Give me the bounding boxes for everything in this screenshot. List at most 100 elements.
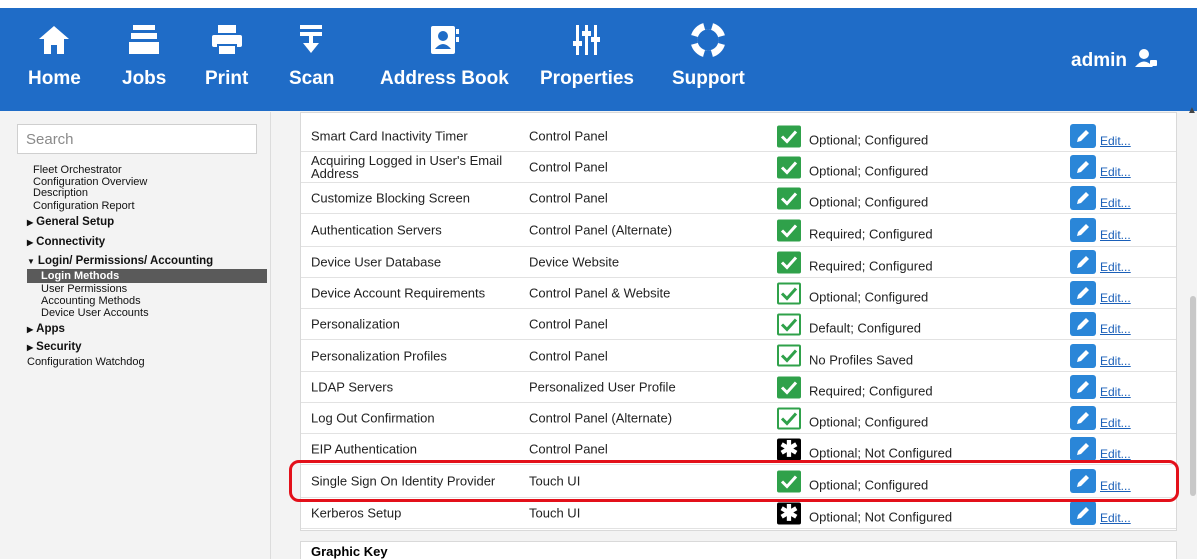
pencil-icon[interactable] xyxy=(1070,375,1096,399)
status-text: Optional; Not Configured xyxy=(809,445,953,461)
expand-icon: ▶ xyxy=(27,218,34,227)
sidebar-section-label: Connectivity xyxy=(36,236,106,248)
sidebar-section-login-permissions[interactable]: ▼ Login/ Permissions/ Accounting xyxy=(27,253,265,269)
collapse-icon: ▼ xyxy=(27,257,35,266)
pencil-icon[interactable] xyxy=(1070,343,1096,368)
status-text: Optional; Configured xyxy=(809,194,929,210)
sidebar-item-login-methods[interactable]: Login Methods xyxy=(27,269,267,283)
edit-link[interactable]: Edit... xyxy=(1100,291,1131,305)
edit-action[interactable]: Edit... xyxy=(1070,406,1131,430)
sidebar-item-configuration-watchdog[interactable]: Configuration Watchdog xyxy=(27,356,265,369)
edit-link[interactable]: Edit... xyxy=(1100,447,1131,461)
user-menu[interactable]: admin xyxy=(1071,48,1157,74)
sidebar-section-general-setup[interactable]: ▶ General Setup xyxy=(27,213,265,233)
setting-name: Personalization xyxy=(311,316,400,332)
user-icon xyxy=(1135,48,1157,74)
pencil-icon[interactable] xyxy=(1070,406,1096,430)
sidebar-section-label: Security xyxy=(36,341,82,353)
setting-name: Acquiring Logged in User's Email Address xyxy=(311,153,503,181)
pencil-icon[interactable] xyxy=(1070,312,1096,336)
status-text: Default; Configured xyxy=(809,320,922,336)
setting-status: Optional; Configured xyxy=(777,282,928,305)
nav-home[interactable]: Home xyxy=(28,18,81,108)
edit-action[interactable]: Edit... xyxy=(1070,375,1131,399)
nav-print[interactable]: Print xyxy=(205,18,248,108)
nav-jobs-label: Jobs xyxy=(122,68,167,89)
sidebar-section-apps[interactable]: ▶ Apps xyxy=(27,320,265,339)
highlight-box xyxy=(289,460,1179,502)
edit-link[interactable]: Edit... xyxy=(1100,134,1131,148)
setting-location: Control Panel xyxy=(529,441,608,457)
sidebar-item-device-user-accounts[interactable]: Device User Accounts xyxy=(33,307,265,320)
setting-name: Personalization Profiles xyxy=(311,348,447,363)
expand-icon: ▶ xyxy=(27,325,34,334)
jobs-icon xyxy=(124,18,164,62)
edit-link[interactable]: Edit... xyxy=(1100,228,1131,242)
nav-scan[interactable]: Scan xyxy=(289,18,334,108)
pencil-icon[interactable] xyxy=(1070,501,1096,525)
edit-action[interactable]: Edit... xyxy=(1070,186,1131,210)
edit-action[interactable]: Edit... xyxy=(1070,343,1131,368)
edit-link[interactable]: Edit... xyxy=(1100,165,1131,179)
sidebar-item-accounting-methods[interactable]: Accounting Methods xyxy=(33,296,265,307)
pencil-icon[interactable] xyxy=(1070,124,1096,148)
status-text: Optional; Configured xyxy=(809,414,929,430)
table-row: Kerberos Setup Touch UI ✱ Optional; Not Con… xyxy=(301,498,1176,529)
pencil-icon[interactable] xyxy=(1070,218,1096,242)
scroll-up-arrow-icon[interactable]: ▲ xyxy=(1187,105,1197,116)
edit-action[interactable]: Edit... xyxy=(1070,250,1131,274)
status-text: Optional; Configured xyxy=(809,289,929,305)
setting-status: Optional; Configured xyxy=(777,407,928,430)
sidebar-item-description[interactable]: Description xyxy=(33,188,265,199)
edit-link[interactable]: Edit... xyxy=(1100,260,1131,274)
sidebar-section-security[interactable]: ▶ Security xyxy=(27,339,265,356)
nav-home-label: Home xyxy=(28,68,81,89)
edit-link[interactable]: Edit... xyxy=(1100,322,1131,336)
sidebar-item-configuration-report[interactable]: Configuration Report xyxy=(33,199,265,213)
setting-location: Control Panel (Alternate) xyxy=(529,410,673,426)
edit-action[interactable]: Edit... xyxy=(1070,437,1131,461)
check-filled-icon xyxy=(777,125,801,147)
edit-action[interactable]: Edit... xyxy=(1070,312,1131,336)
status-text: Optional; Configured xyxy=(809,132,929,148)
search-input[interactable]: Search xyxy=(17,124,257,154)
edit-link[interactable]: Edit... xyxy=(1100,416,1131,430)
setting-name: Kerberos Setup xyxy=(311,505,402,521)
edit-action[interactable]: Edit... xyxy=(1070,501,1131,525)
check-filled-icon xyxy=(777,187,801,209)
pencil-icon[interactable] xyxy=(1070,250,1096,274)
edit-action[interactable]: Edit... xyxy=(1070,281,1131,305)
check-filled-icon xyxy=(777,219,801,241)
pencil-icon[interactable] xyxy=(1070,186,1096,210)
sidebar-section-connectivity[interactable]: ▶ Connectivity xyxy=(27,233,265,253)
setting-location: Control Panel xyxy=(529,348,608,363)
edit-action[interactable]: Edit... xyxy=(1070,124,1131,148)
edit-link[interactable]: Edit... xyxy=(1100,196,1131,210)
nav-scan-label: Scan xyxy=(289,68,335,89)
nav-properties[interactable]: Properties xyxy=(540,18,634,108)
nav-support[interactable]: Support xyxy=(672,18,745,108)
edit-link[interactable]: Edit... xyxy=(1100,385,1131,399)
edit-action[interactable]: Edit... xyxy=(1070,155,1131,179)
status-text: Optional; Not Configured xyxy=(809,509,953,525)
setting-location: Control Panel & Website xyxy=(529,285,671,301)
print-icon xyxy=(207,18,247,62)
edit-link[interactable]: Edit... xyxy=(1100,511,1131,525)
edit-action[interactable]: Edit... xyxy=(1070,218,1131,242)
pencil-icon[interactable] xyxy=(1070,437,1096,461)
graphic-key-header: Graphic Key xyxy=(300,541,1177,559)
nav-jobs[interactable]: Jobs xyxy=(122,18,166,108)
setting-location: Control Panel xyxy=(529,190,608,206)
edit-link[interactable]: Edit... xyxy=(1100,354,1131,368)
properties-icon xyxy=(567,18,607,62)
address-book-icon xyxy=(424,18,464,62)
pencil-icon[interactable] xyxy=(1070,155,1096,179)
pencil-icon[interactable] xyxy=(1070,281,1096,305)
setting-name: Smart Card Inactivity Timer xyxy=(311,128,468,144)
nav-support-label: Support xyxy=(672,68,745,89)
setting-status: No Profiles Saved xyxy=(777,344,913,367)
scrollbar-thumb[interactable] xyxy=(1190,296,1196,496)
setting-status: Required; Configured xyxy=(777,219,933,242)
nav-address-book[interactable]: Address Book xyxy=(380,18,509,108)
setting-name: EIP Authentication xyxy=(311,441,418,457)
